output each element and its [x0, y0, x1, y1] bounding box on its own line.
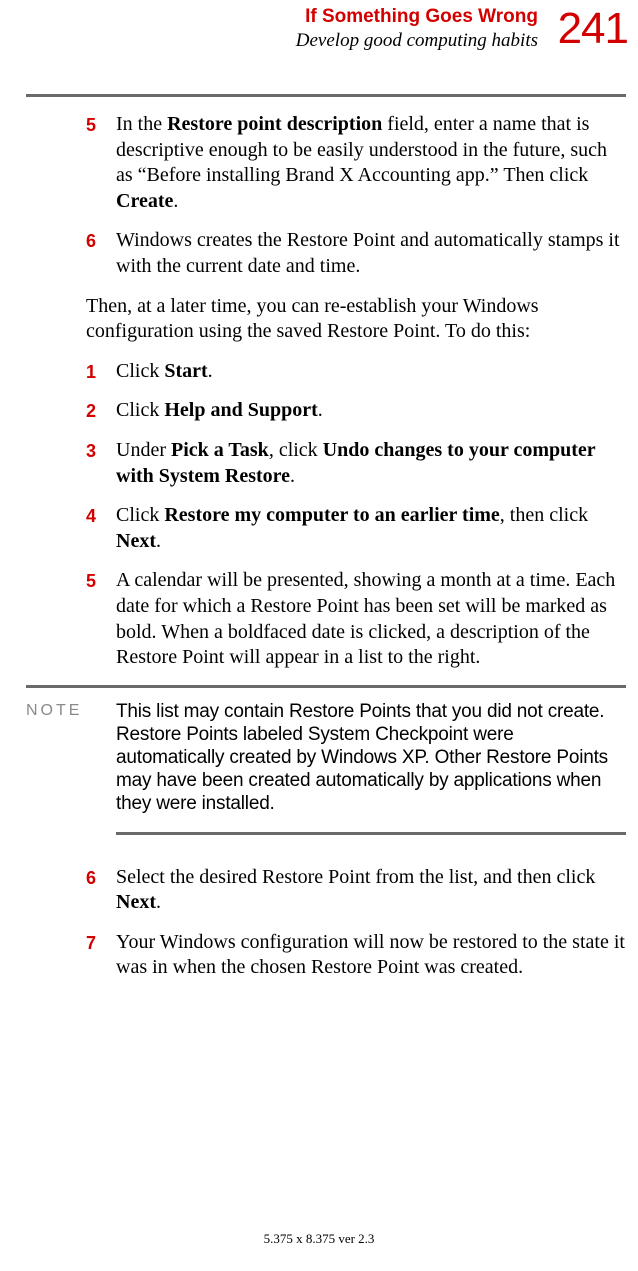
- section-subtitle: Develop good computing habits: [0, 30, 538, 52]
- step-text: A calendar will be presented, showing a …: [116, 568, 626, 670]
- note-text: This list may contain Restore Points tha…: [116, 700, 626, 816]
- header-rule: [26, 94, 626, 97]
- page-number: 241: [558, 4, 628, 54]
- bold-term: Help and Support: [164, 399, 317, 421]
- text-run: , then click: [500, 504, 588, 526]
- numbered-step: 6Windows creates the Restore Point and a…: [86, 228, 626, 279]
- bold-term: Pick a Task: [171, 439, 269, 461]
- page-content: 5In the Restore point description field,…: [86, 112, 626, 995]
- chapter-title: If Something Goes Wrong: [0, 6, 538, 28]
- text-run: Select the desired Restore Point from th…: [116, 866, 595, 888]
- step-text: Select the desired Restore Point from th…: [116, 865, 626, 916]
- bold-term: Restore my computer to an earlier time: [164, 504, 499, 526]
- step-text: Windows creates the Restore Point and au…: [116, 228, 626, 279]
- step-number: 5: [86, 112, 116, 214]
- step-number: 6: [86, 865, 116, 916]
- numbered-step: 1Click Start.: [86, 359, 626, 385]
- step-text: Click Start.: [116, 359, 213, 385]
- text-run: .: [290, 465, 295, 487]
- note-block: NOTE This list may contain Restore Point…: [86, 685, 626, 835]
- transition-paragraph: Then, at a later time, you can re-establ…: [86, 294, 626, 345]
- step-number: 5: [86, 568, 116, 670]
- text-run: In the: [116, 113, 167, 135]
- text-run: Click: [116, 399, 164, 421]
- numbered-step: 5A calendar will be presented, showing a…: [86, 568, 626, 670]
- text-run: A calendar will be presented, showing a …: [116, 569, 615, 668]
- step-text: Your Windows configuration will now be r…: [116, 930, 626, 981]
- step-text: Click Help and Support.: [116, 398, 323, 424]
- step-list-c: 6Select the desired Restore Point from t…: [86, 865, 626, 981]
- note-rule-bottom: [116, 832, 626, 835]
- numbered-step: 7Your Windows configuration will now be …: [86, 930, 626, 981]
- page: If Something Goes Wrong Develop good com…: [0, 0, 638, 1271]
- step-text: Click Restore my computer to an earlier …: [116, 503, 626, 554]
- numbered-step: 4Click Restore my computer to an earlier…: [86, 503, 626, 554]
- text-run: .: [156, 530, 161, 552]
- header-text-block: If Something Goes Wrong Develop good com…: [0, 6, 538, 52]
- numbered-step: 3Under Pick a Task, click Undo changes t…: [86, 438, 626, 489]
- text-run: Your Windows configuration will now be r…: [116, 931, 625, 979]
- bold-term: Start: [164, 360, 207, 382]
- step-list-a: 5In the Restore point description field,…: [86, 112, 626, 280]
- page-header: If Something Goes Wrong Develop good com…: [0, 6, 638, 52]
- bold-term: Restore point description: [167, 113, 382, 135]
- text-run: Windows creates the Restore Point and au…: [116, 229, 620, 277]
- text-run: .: [173, 190, 178, 212]
- step-number: 2: [86, 398, 116, 424]
- step-number: 1: [86, 359, 116, 385]
- step-number: 7: [86, 930, 116, 981]
- text-run: Click: [116, 504, 164, 526]
- step-number: 6: [86, 228, 116, 279]
- note-label: NOTE: [26, 700, 116, 816]
- step-text: Under Pick a Task, click Undo changes to…: [116, 438, 626, 489]
- step-number: 3: [86, 438, 116, 489]
- text-run: .: [156, 891, 161, 913]
- bold-term: Next: [116, 891, 156, 913]
- bold-term: Next: [116, 530, 156, 552]
- text-run: Under: [116, 439, 171, 461]
- numbered-step: 2Click Help and Support.: [86, 398, 626, 424]
- bold-term: Create: [116, 190, 173, 212]
- numbered-step: 5In the Restore point description field,…: [86, 112, 626, 214]
- text-run: Click: [116, 360, 164, 382]
- numbered-step: 6Select the desired Restore Point from t…: [86, 865, 626, 916]
- step-text: In the Restore point description field, …: [116, 112, 626, 214]
- step-number: 4: [86, 503, 116, 554]
- text-run: .: [318, 399, 323, 421]
- text-run: .: [208, 360, 213, 382]
- step-list-b: 1Click Start.2Click Help and Support.3Un…: [86, 359, 626, 671]
- note-row: NOTE This list may contain Restore Point…: [86, 700, 626, 816]
- note-rule-top: [26, 685, 626, 688]
- text-run: , click: [269, 439, 323, 461]
- page-footer: 5.375 x 8.375 ver 2.3: [0, 1231, 638, 1247]
